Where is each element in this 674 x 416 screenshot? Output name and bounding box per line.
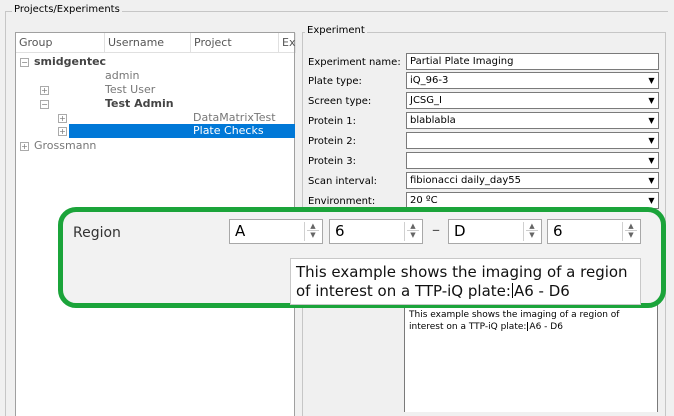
chevron-down-icon[interactable]: ▼	[645, 93, 658, 108]
spin-up-icon[interactable]: ▲	[625, 222, 637, 231]
screen-type-dropdown[interactable]: JCSG_I ▼	[406, 92, 659, 109]
protein-2-dropdown[interactable]: ▼	[406, 132, 659, 149]
screen-type-value: JCSG_I	[410, 95, 442, 106]
region-range-separator: –	[432, 220, 440, 239]
scan-interval-label: Scan interval:	[308, 176, 377, 187]
region-to-row-value: D	[454, 222, 466, 240]
tree-node-test-admin[interactable]: Test Admin	[105, 97, 174, 111]
expand-icon[interactable]: +	[58, 114, 67, 123]
spin-down-icon[interactable]: ▼	[307, 231, 319, 240]
tree-node-admin[interactable]: admin	[105, 69, 139, 83]
expand-icon[interactable]: +	[58, 127, 67, 136]
protein-3-dropdown[interactable]: ▼	[406, 152, 659, 169]
zoom-text-before: This example shows the imaging of a regi…	[296, 263, 628, 300]
region-from-col-spinner[interactable]: 6 ▲ ▼	[329, 219, 423, 244]
spin-down-icon[interactable]: ▼	[526, 231, 538, 240]
spin-up-icon[interactable]: ▲	[526, 222, 538, 231]
experiment-description-textarea[interactable]: This example shows the imaging of a regi…	[404, 303, 658, 412]
experiment-name-field[interactable]: Partial Plate Imaging	[406, 53, 659, 70]
experiment-name-label: Experiment name:	[308, 57, 401, 68]
protein-3-label: Protein 3:	[308, 156, 356, 167]
chevron-down-icon[interactable]: ▼	[645, 113, 658, 128]
region-to-col-value: 6	[553, 222, 563, 240]
plate-type-dropdown[interactable]: iQ_96-3 ▼	[406, 72, 659, 89]
spin-down-icon[interactable]: ▼	[407, 231, 419, 240]
tree-node-smidgentec[interactable]: smidgentec	[34, 55, 106, 69]
tree-node-test-user[interactable]: Test User	[105, 83, 155, 97]
expand-icon[interactable]: +	[40, 86, 49, 95]
tree-header: Group Username Project Ex	[16, 33, 296, 53]
column-header-experiment[interactable]: Ex	[279, 33, 296, 53]
region-to-col-spinner[interactable]: 6 ▲ ▼	[547, 219, 641, 244]
region-description-zoomed[interactable]: This example shows the imaging of a regi…	[290, 258, 641, 305]
spinner-buttons[interactable]: ▲ ▼	[523, 222, 538, 241]
chevron-down-icon[interactable]: ▼	[645, 73, 658, 88]
tree-node-datamatrixtest[interactable]: DataMatrixTest	[193, 111, 276, 125]
environment-label: Environment:	[308, 196, 376, 207]
protein-1-label: Protein 1:	[308, 116, 356, 127]
column-header-project[interactable]: Project	[191, 33, 279, 53]
spinner-buttons[interactable]: ▲ ▼	[404, 222, 419, 241]
column-header-username[interactable]: Username	[105, 33, 191, 53]
region-from-col-value: 6	[335, 222, 345, 240]
region-from-row-value: A	[235, 222, 246, 240]
tree-node-grossmann[interactable]: Grossmann	[34, 139, 96, 153]
environment-value: 20 ºC	[410, 195, 438, 206]
plate-type-label: Plate type:	[308, 76, 362, 87]
protein-2-label: Protein 2:	[308, 136, 356, 147]
region-from-row-spinner[interactable]: A ▲ ▼	[229, 219, 323, 244]
collapse-icon[interactable]: −	[40, 100, 49, 109]
protein-1-value: blablabla	[410, 115, 456, 126]
protein-1-dropdown[interactable]: blablabla ▼	[406, 112, 659, 129]
collapse-icon[interactable]: −	[20, 58, 29, 67]
zoom-text-after: A6 - D6	[513, 282, 570, 300]
region-zoom-callout: Region A ▲ ▼ 6 ▲ ▼ – D ▲ ▼ 6 ▲ ▼ This ex…	[58, 207, 666, 308]
spin-up-icon[interactable]: ▲	[307, 222, 319, 231]
projects-experiments-title: Projects/Experiments	[12, 4, 122, 15]
spin-down-icon[interactable]: ▼	[625, 231, 637, 240]
text-caret	[511, 283, 513, 298]
chevron-down-icon[interactable]: ▼	[645, 193, 658, 208]
description-text-before: This example shows the imaging of a regi…	[409, 310, 620, 332]
chevron-down-icon[interactable]: ▼	[645, 173, 658, 188]
plate-type-value: iQ_96-3	[410, 75, 449, 86]
tree-node-plate-checks[interactable]: Plate Checks	[193, 124, 264, 138]
screen-type-label: Screen type:	[308, 96, 372, 107]
column-header-group[interactable]: Group	[16, 33, 105, 53]
spinner-buttons[interactable]: ▲ ▼	[304, 222, 319, 241]
chevron-down-icon[interactable]: ▼	[645, 133, 658, 148]
spin-up-icon[interactable]: ▲	[407, 222, 419, 231]
description-text-after: A6 - D6	[529, 322, 563, 332]
chevron-down-icon[interactable]: ▼	[645, 153, 658, 168]
scan-interval-dropdown[interactable]: fibionacci daily_day55 ▼	[406, 172, 659, 189]
region-to-row-spinner[interactable]: D ▲ ▼	[448, 219, 542, 244]
spinner-buttons[interactable]: ▲ ▼	[622, 222, 637, 241]
scan-interval-value: fibionacci daily_day55	[410, 175, 522, 186]
expand-icon[interactable]: +	[20, 142, 29, 151]
experiment-group-title: Experiment	[305, 25, 367, 36]
region-label: Region	[73, 225, 121, 241]
